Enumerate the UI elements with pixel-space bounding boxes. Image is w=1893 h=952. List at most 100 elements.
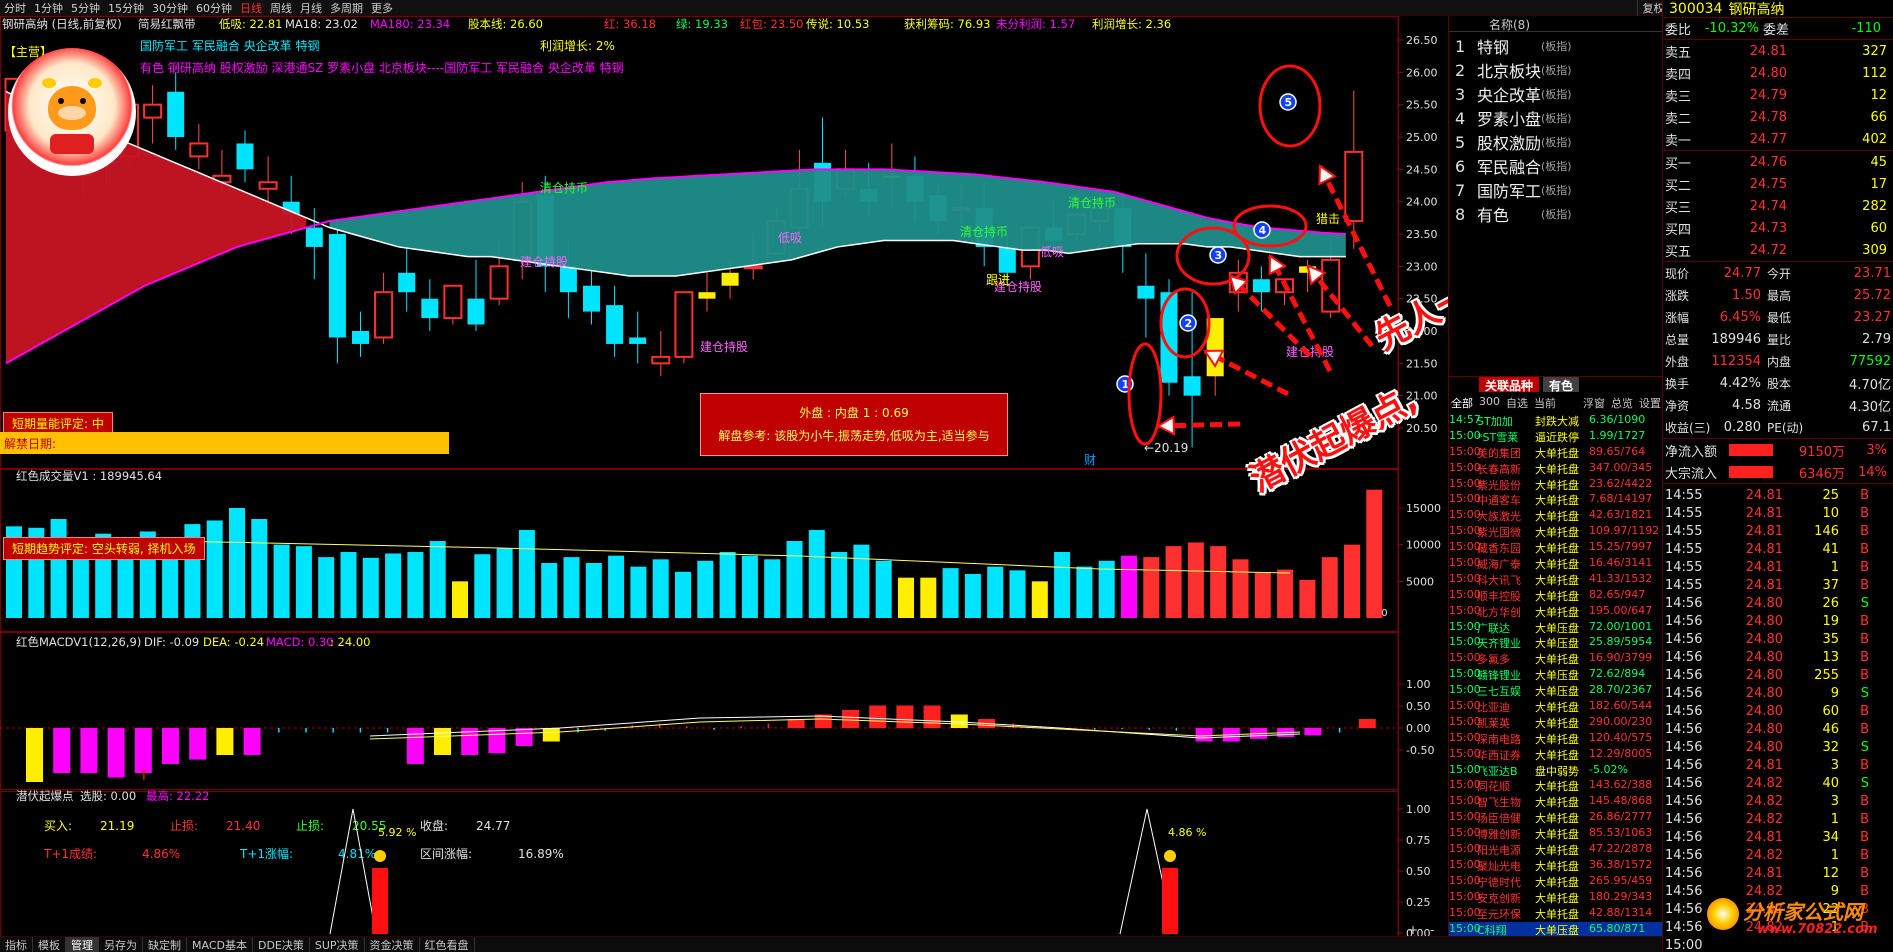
ticker-row[interactable]: 15:00 博雅创新 大单托盘 85.53/1063 xyxy=(1449,826,1663,842)
sector-item[interactable]: 7 国防军工 (板指) xyxy=(1449,178,1662,202)
sector-item[interactable]: 3 央企改革 (板指) xyxy=(1449,82,1662,106)
ticker-time: 15:00 xyxy=(1449,587,1481,601)
chart-area[interactable]: 钢研高纳 (日线,前复权) 简易红飘带 低吸: 22.81 MA18: 23.02 MA… xyxy=(0,16,1598,951)
ticker-row[interactable]: 15:00 宁德时代 大单托盘 265.95/459 xyxy=(1449,874,1663,890)
asks-row[interactable]: 卖五 24.81 327 xyxy=(1663,40,1893,62)
ticker-row[interactable]: 15:00 汤臣倍健 大单托盘 26.86/2777 xyxy=(1449,810,1663,826)
indicator-tab-2[interactable]: 管理 xyxy=(66,936,99,952)
period-tab-9[interactable]: 多周期 xyxy=(326,0,367,16)
indicator-tab-5[interactable]: MACD基本 xyxy=(187,936,253,952)
ticker-row[interactable]: 15:00 多氟多 大单托盘 16.90/3799 xyxy=(1449,651,1663,667)
subtab-settings[interactable]: 设置 xyxy=(1639,395,1661,411)
ticker-row[interactable]: 15:00 长春高新 大单托盘 347.00/345 xyxy=(1449,461,1663,477)
ticker-row[interactable]: 15:00 紫光股份 大单托盘 23.62/4422 xyxy=(1449,477,1663,493)
indicator-tab-4[interactable]: 缺定制 xyxy=(143,936,187,952)
subtab-current[interactable]: 当前 xyxy=(1534,395,1556,411)
ticker-row[interactable]: 15:00 科大讯飞 大单托盘 41.33/1532 xyxy=(1449,572,1663,588)
ticker-row[interactable]: 15:00 C科翔 大单压盘 65.80/871 xyxy=(1449,921,1663,936)
period-tab-6[interactable]: 日线 xyxy=(236,0,266,16)
ticker-row[interactable]: 15:00 比亚迪 大单托盘 182.60/544 xyxy=(1449,699,1663,715)
period-tab-8[interactable]: 月线 xyxy=(296,0,326,16)
ticker-row[interactable]: 15:00 至元环保 大单托盘 42.88/1314 xyxy=(1449,906,1663,922)
ticker-row[interactable]: 15:00 威海广泰 大单托盘 16.46/3141 xyxy=(1449,556,1663,572)
period-tab-0[interactable]: 分时 xyxy=(0,0,30,16)
indicator-tab-6[interactable]: DDE决策 xyxy=(253,936,310,952)
period-tab-4[interactable]: 30分钟 xyxy=(148,0,192,16)
asks-row[interactable]: 卖四 24.80 112 xyxy=(1663,62,1893,84)
smile-icon xyxy=(1164,850,1176,862)
ticker-row[interactable]: 15:00 北方华创 大单托盘 195.00/647 xyxy=(1449,604,1663,620)
period-tab-7[interactable]: 周线 xyxy=(266,0,296,16)
ticker-event: 大单托盘 xyxy=(1535,558,1579,572)
ticker-row[interactable]: 15:00 安克创新 大单托盘 180.29/343 xyxy=(1449,890,1663,906)
ticker-row[interactable]: 14:57 ST加加 封跌大减 6.36/1090 xyxy=(1449,413,1663,429)
ticker-row[interactable]: 15:00 紫光国微 大单托盘 109.97/1192 xyxy=(1449,524,1663,540)
tab-related[interactable]: 关联品种 xyxy=(1479,377,1540,393)
ticker-row[interactable]: 15:00 *ST雪莱 逼近跌停 1.99/1727 xyxy=(1449,429,1663,445)
bids-row[interactable]: 买四 24.73 60 xyxy=(1663,217,1893,239)
indicator-tab-9[interactable]: 红色看盘 xyxy=(420,936,475,952)
macd-tick-label: 0.50 xyxy=(1406,700,1431,713)
ticker-row[interactable]: 15:00 广联达 大单压盘 72.00/1001 xyxy=(1449,620,1663,636)
ticker-row[interactable]: 15:00 智飞生物 大单托盘 145.48/868 xyxy=(1449,794,1663,810)
ticker-row[interactable]: 15:00 阳光电源 大单托盘 47.22/2878 xyxy=(1449,842,1663,858)
indicator-tab-3[interactable]: 另存为 xyxy=(99,936,143,952)
subtab-float[interactable]: 浮窗 xyxy=(1583,395,1605,411)
ticker-row[interactable]: 15:00 大族激光 大单托盘 42.63/1821 xyxy=(1449,508,1663,524)
sector-index: 6 xyxy=(1455,156,1466,176)
sector-item[interactable]: 6 军民融合 (板指) xyxy=(1449,154,1662,178)
sector-item[interactable]: 2 北京板块 (板指) xyxy=(1449,58,1662,82)
ticker-value: 182.60/544 xyxy=(1589,699,1653,713)
ticker-row[interactable]: 15:00 美的集团 大单托盘 89.65/764 xyxy=(1449,445,1663,461)
bids-row[interactable]: 买二 24.75 17 xyxy=(1663,173,1893,195)
subtab-300[interactable]: 300 xyxy=(1479,395,1500,411)
tick-price: 24.80 xyxy=(1745,613,1783,629)
indicator-tab-1[interactable]: 模板 xyxy=(33,936,66,952)
bids-row[interactable]: 买五 24.72 309 xyxy=(1663,239,1893,261)
stat-row: 总量 189946 量比 2.79 xyxy=(1663,328,1893,350)
period-tab-3[interactable]: 15分钟 xyxy=(104,0,148,16)
ticker-row[interactable]: 15:00 华西证券 大单托盘 12.29/8005 xyxy=(1449,747,1663,763)
asks-row[interactable]: 卖二 24.78 66 xyxy=(1663,106,1893,128)
indicator-tab-0[interactable]: 指标 xyxy=(0,936,33,952)
sector-item[interactable]: 1 特钢 (板指) xyxy=(1449,34,1662,58)
sector-item[interactable]: 8 有色 (板指) xyxy=(1449,202,1662,226)
ticker-row[interactable]: 15:00 聚灿光电 大单托盘 36.38/1572 xyxy=(1449,858,1663,874)
indicator-tab-8[interactable]: 资金决策 xyxy=(365,936,420,952)
ticker-row[interactable]: 15:00 凯莱英 大单托盘 290.00/230 xyxy=(1449,715,1663,731)
ticker-row[interactable]: 15:00 同花顺 大单托盘 143.62/388 xyxy=(1449,778,1663,794)
macd-bar xyxy=(80,728,98,773)
period-tab-2[interactable]: 5分钟 xyxy=(67,0,104,16)
volume-bar xyxy=(1210,546,1227,618)
subtab-watch[interactable]: 自选 xyxy=(1506,395,1528,411)
ticker-value: 42.88/1314 xyxy=(1589,905,1653,919)
subtab-all[interactable]: 全部 xyxy=(1451,395,1473,411)
bids-row[interactable]: 买三 24.74 282 xyxy=(1663,195,1893,217)
ticker-row[interactable]: 15:00 深南电路 大单托盘 120.40/575 xyxy=(1449,731,1663,747)
ticker-list[interactable]: 14:57 ST加加 封跌大减 6.36/1090 15:00 *ST雪莱 逼近跌停 1.99… xyxy=(1449,413,1663,936)
tick-volume: 255 xyxy=(1814,667,1839,683)
ticker-row[interactable]: 15:00 顺丰控股 大单托盘 82.65/947 xyxy=(1449,588,1663,604)
asks-row[interactable]: 卖一 24.77 402 xyxy=(1663,128,1893,150)
period-tab-5[interactable]: 60分钟 xyxy=(192,0,236,16)
tick-list[interactable]: 14:55 24.81 25 B 14:55 24.81 10 B 14:55 24.81 146 B… xyxy=(1663,484,1893,936)
ticker-row[interactable]: 15:00 中通客车 大单托盘 7.68/14197 xyxy=(1449,492,1663,508)
period-tab-10[interactable]: 更多 xyxy=(367,0,397,16)
subtab-overview[interactable]: 总览 xyxy=(1611,395,1633,411)
bids-row[interactable]: 买一 24.76 45 xyxy=(1663,151,1893,173)
ticker-value: 15.25/7997 xyxy=(1589,540,1653,554)
sector-item[interactable]: 4 罗素小盘 (板指) xyxy=(1449,106,1662,130)
period-tab-1[interactable]: 1分钟 xyxy=(30,0,67,16)
site-logo: 分析家公式网 www.70822.com xyxy=(1707,892,1893,942)
ticker-row[interactable]: 15:00 天齐锂业 大单压盘 25.89/5954 xyxy=(1449,635,1663,651)
ticker-row[interactable]: 15:00 三七互娱 大单压盘 28.70/2367 xyxy=(1449,683,1663,699)
indicator-tab-7[interactable]: SUP决策 xyxy=(310,936,365,952)
tab-nonferrous[interactable]: 有色 xyxy=(1543,377,1580,393)
ticker-row[interactable]: 15:00 藏香东园 大单托盘 15.25/7997 xyxy=(1449,540,1663,556)
sector-tag: (板指) xyxy=(1541,208,1572,221)
asks-row[interactable]: 卖三 24.79 12 xyxy=(1663,84,1893,106)
macd-up-arrow: ↑ xyxy=(138,768,150,784)
ticker-row[interactable]: 15:00 赣锋锂业 大单压盘 72.62/894 xyxy=(1449,667,1663,683)
ticker-row[interactable]: 15:00 飞亚达B 盘中弱势 -5.02% xyxy=(1449,763,1663,779)
sector-item[interactable]: 5 股权激励 (板指) xyxy=(1449,130,1662,154)
